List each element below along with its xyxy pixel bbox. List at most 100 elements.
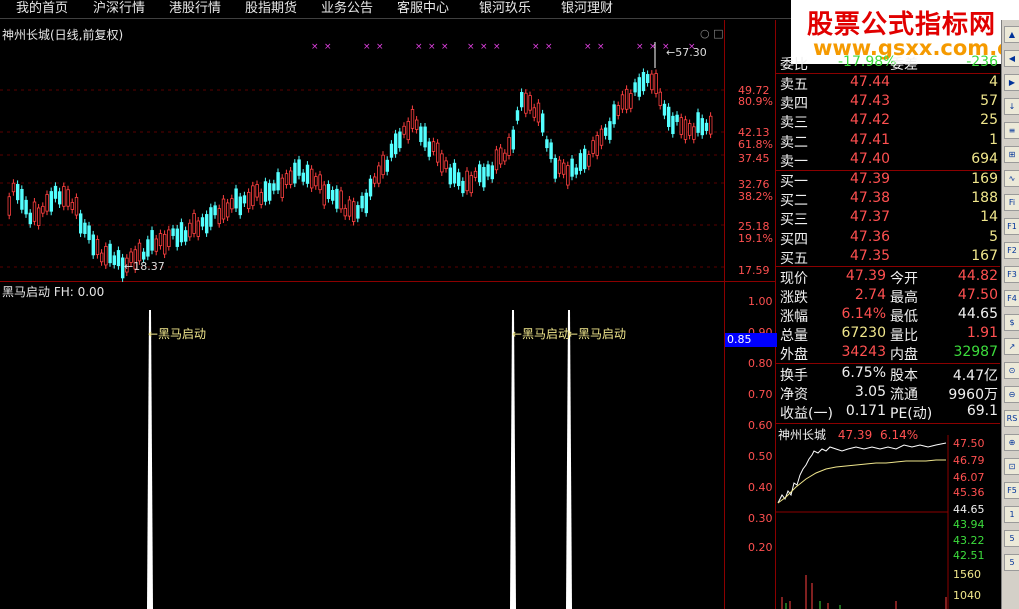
signal-spike xyxy=(566,310,572,609)
toolbar-button-icon[interactable]: ⊕ xyxy=(1004,434,1019,451)
bid-price: 47.37 xyxy=(850,209,891,226)
svg-text:×: × xyxy=(532,42,540,52)
menu-sh-sz-quotes[interactable]: 沪深行情 xyxy=(93,0,145,18)
toolbar-button-icon[interactable]: 5 xyxy=(1004,554,1019,571)
fund-label: PE(动) xyxy=(890,406,933,422)
stat-label: 量比 xyxy=(890,328,918,344)
weibi-label: 委比 xyxy=(780,57,808,73)
svg-text:×: × xyxy=(584,42,592,52)
bid-row: 买一 47.39 169 xyxy=(778,171,1000,190)
toolbar-button-icon[interactable]: ↗ xyxy=(1004,338,1019,355)
bid-row: 买二 47.38 188 xyxy=(778,190,1000,209)
weibi-row: 委比 -17.98% 委差 -236 xyxy=(778,54,1000,73)
menu-hk-quotes[interactable]: 港股行情 xyxy=(169,0,221,18)
menu-index-futures[interactable]: 股指期货 xyxy=(245,0,297,18)
toolbar-button-icon[interactable]: ▶ xyxy=(1004,74,1019,91)
ask-row: 卖三 47.42 25 xyxy=(778,112,1000,131)
ask-label: 卖四 xyxy=(780,96,808,113)
menu-customer-service[interactable]: 客服中心 xyxy=(397,0,449,18)
toolbar-button-icon[interactable]: F1 xyxy=(1004,218,1019,235)
ind-axis: 0.70 xyxy=(748,388,773,401)
menu-home[interactable]: 我的首页 xyxy=(16,0,68,18)
quote-divider xyxy=(776,423,1000,424)
stat-value: 47.50 xyxy=(957,287,998,303)
toolbar-button-icon[interactable]: F3 xyxy=(1004,266,1019,283)
toolbar-button-icon[interactable]: RS xyxy=(1004,410,1019,427)
signal-spike xyxy=(147,310,153,609)
svg-text:×: × xyxy=(467,42,475,52)
fund-value: 9960万 xyxy=(948,387,998,403)
stat-row: 现价 47.39 今开 44.82 xyxy=(778,268,1000,287)
fund-label: 流通 xyxy=(890,387,918,403)
mini-vol-axis: 1560 xyxy=(953,568,981,581)
toolbar-button-icon[interactable]: ⊡ xyxy=(1004,458,1019,475)
signal-spike xyxy=(510,310,516,609)
svg-text:×: × xyxy=(493,42,501,52)
stat-row: 总量 67230 量比 1.91 xyxy=(778,325,1000,344)
bid-price: 47.38 xyxy=(850,190,891,207)
toolbar-button-icon[interactable]: ⊙ xyxy=(1004,362,1019,379)
svg-text:×: × xyxy=(415,42,423,52)
axis-pct: 61.8% xyxy=(738,138,773,151)
bid-row: 买三 47.37 14 xyxy=(778,209,1000,228)
toolbar-button-icon[interactable]: ⊖ xyxy=(1004,386,1019,403)
bid-row: 买四 47.36 5 xyxy=(778,229,1000,248)
stat-label: 今开 xyxy=(890,271,918,287)
toolbar-button-icon[interactable]: ▲ xyxy=(1004,26,1019,43)
ask-volume: 25 xyxy=(980,112,998,129)
signal-label: ←黑马启动 xyxy=(148,327,207,341)
ind-axis: 0.20 xyxy=(748,541,773,554)
low-price: 18.37 xyxy=(133,260,165,273)
menu-yinhe-finance[interactable]: 银河理财 xyxy=(561,0,613,18)
stat-label: 内盘 xyxy=(890,347,918,363)
bid-label: 买二 xyxy=(780,193,808,210)
svg-text:×: × xyxy=(428,42,436,52)
svg-text:×: × xyxy=(363,42,371,52)
bid-label: 买四 xyxy=(780,231,808,248)
bid-price: 47.35 xyxy=(850,247,891,264)
cursor-value-badge: 0.85 xyxy=(725,333,777,347)
axis-pct: 80.9% xyxy=(738,95,773,108)
toolbar-button-icon[interactable]: F2 xyxy=(1004,242,1019,259)
ind-axis: 0.40 xyxy=(748,481,773,494)
toolbar-button-icon[interactable]: ⊞ xyxy=(1004,146,1019,163)
toolbar-button-icon[interactable]: F5 xyxy=(1004,482,1019,499)
menu-announcements[interactable]: 业务公告 xyxy=(321,0,373,18)
mini-axis-dn: 42.51 xyxy=(953,549,985,562)
ind-axis: 1.00 xyxy=(748,295,773,308)
mini-axis-dn: 43.94 xyxy=(953,518,985,531)
toolbar-button-icon[interactable]: ◀ xyxy=(1004,50,1019,67)
ask-row: 卖五 47.44 4 xyxy=(778,74,1000,93)
fund-value: 4.47亿 xyxy=(952,368,998,384)
stat-label: 涨跌 xyxy=(780,290,808,306)
indicator-chart[interactable] xyxy=(0,296,724,609)
bid-volume: 169 xyxy=(971,171,998,187)
ask-volume: 57 xyxy=(980,93,998,110)
toolbar-button-icon[interactable]: Fi xyxy=(1004,194,1019,211)
bid-row: 买五 47.35 167 xyxy=(778,248,1000,267)
bid-volume: 167 xyxy=(971,247,998,264)
menu-yinhe-jiule[interactable]: 银河玖乐 xyxy=(479,0,531,18)
toolbar-button-icon[interactable]: ≡ xyxy=(1004,122,1019,139)
ask-price: 47.41 xyxy=(850,131,891,148)
stat-value: 44.65 xyxy=(957,306,998,322)
signal-label: ←黑马启动 xyxy=(512,327,571,341)
fundamental-row: 收益(一) 0.171 PE(动) 69.1 xyxy=(778,403,1000,422)
bid-label: 买一 xyxy=(780,174,808,190)
intraday-chart[interactable] xyxy=(776,425,1000,609)
bid-label: 买五 xyxy=(780,250,808,267)
toolbar-button-icon[interactable]: 5 xyxy=(1004,530,1019,547)
chart-window-icons[interactable]: ○ □ xyxy=(700,27,724,40)
axis-pct: 19.1% xyxy=(738,232,773,245)
toolbar-button-icon[interactable]: $ xyxy=(1004,314,1019,331)
svg-text:×: × xyxy=(324,42,332,52)
ask-row: 卖一 47.40 694 xyxy=(778,151,1000,170)
toolbar-button-icon[interactable]: F4 xyxy=(1004,290,1019,307)
toolbar-button-icon[interactable]: ↓ xyxy=(1004,98,1019,115)
toolbar-button-icon[interactable]: 1 xyxy=(1004,506,1019,523)
stat-row: 涨跌 2.74 最高 47.50 xyxy=(778,287,1000,306)
ind-axis: 0.60 xyxy=(748,419,773,432)
candlestick-chart[interactable]: × × × × × × × × × × × × × × × × × × xyxy=(0,20,775,282)
toolbar-button-icon[interactable]: ∿ xyxy=(1004,170,1019,187)
bid-volume: 14 xyxy=(980,209,998,226)
